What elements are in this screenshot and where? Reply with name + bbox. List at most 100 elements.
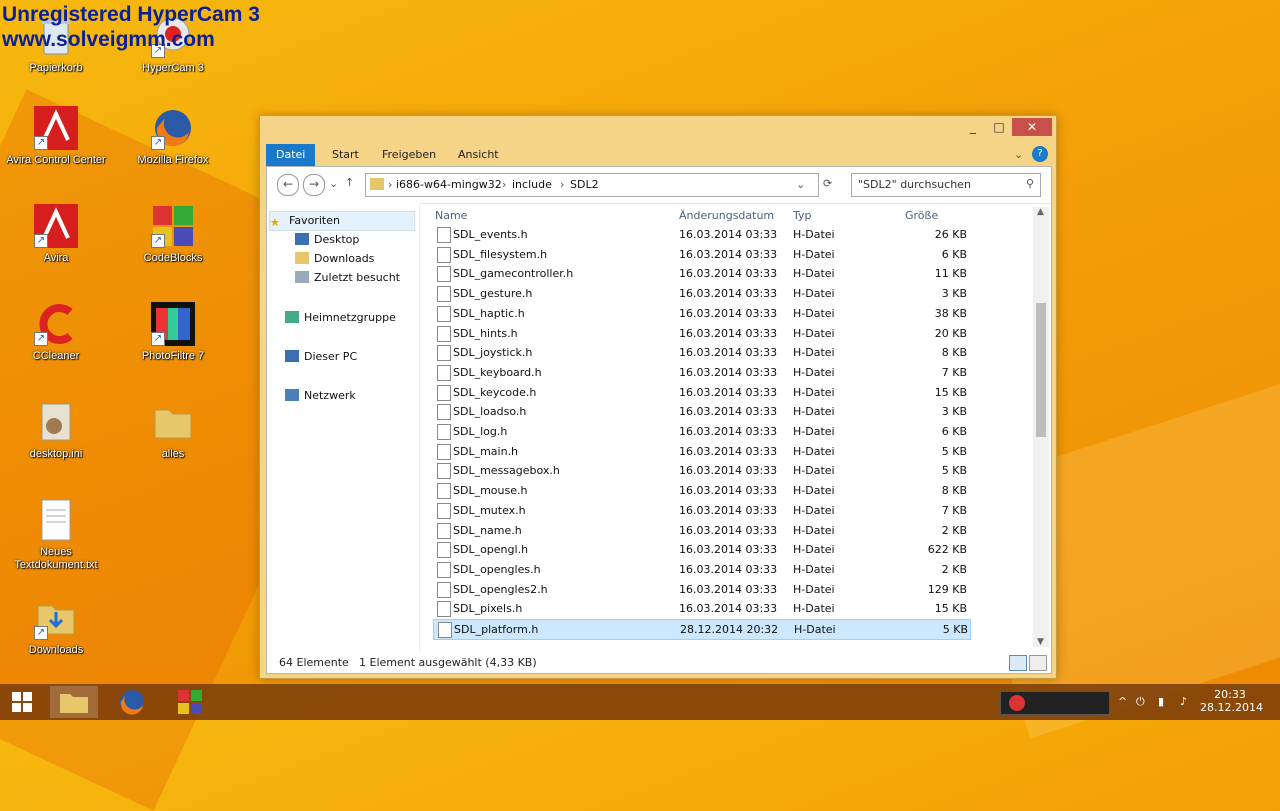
header-file-icon <box>437 542 451 559</box>
file-row[interactable]: SDL_haptic.h 16.03.2014 03:33 H-Datei 38 KB <box>433 304 969 323</box>
forward-button[interactable]: → <box>303 174 325 196</box>
address-dropdown-icon[interactable]: ⌄ <box>796 174 805 196</box>
search-input[interactable]: "SDL2" durchsuchen ⚲ <box>851 173 1041 197</box>
file-name: SDL_gamecontroller.h <box>453 267 574 281</box>
column-header-date[interactable]: Änderungsdatum <box>679 209 774 222</box>
history-dropdown-icon[interactable]: ⌄ <box>329 177 338 190</box>
file-row[interactable]: SDL_events.h 16.03.2014 03:33 H-Datei 26 KB <box>433 225 969 244</box>
desktop-icon-ccleaner[interactable]: ↗ CCleaner <box>1 302 111 363</box>
breadcrumb-segment[interactable]: i686-w64-mingw32 <box>396 174 502 196</box>
file-name: SDL_opengl.h <box>453 543 529 557</box>
file-row[interactable]: SDL_gamecontroller.h 16.03.2014 03:33 H-Da… <box>433 264 969 283</box>
file-type: H-Datei <box>793 287 835 301</box>
show-hidden-icons[interactable]: ^ <box>1118 684 1127 720</box>
tab-start[interactable]: Start <box>322 144 369 166</box>
status-bar: 64 Elemente 1 Element ausgewählt (4,33 K… <box>267 653 1051 673</box>
nav-network[interactable]: Netzwerk <box>285 387 356 405</box>
nav-this-pc[interactable]: Dieser PC <box>285 348 357 366</box>
nav-label: Netzwerk <box>304 389 356 402</box>
up-button[interactable]: ↑ <box>345 176 354 189</box>
large-icons-view-icon[interactable] <box>1029 655 1047 671</box>
vertical-scrollbar[interactable]: ▲ ▼ <box>1033 207 1049 647</box>
clock-date: 28.12.2014 <box>1200 701 1263 714</box>
nav-favorites[interactable]: ★ Favoriten <box>269 211 415 231</box>
explorer-window[interactable]: _ □ ✕ Datei Start Freigeben Ansicht ⌄ ? … <box>259 115 1057 679</box>
close-button[interactable]: ✕ <box>1012 118 1052 136</box>
file-name: SDL_keycode.h <box>453 385 537 399</box>
desktop-icon-desktop-ini[interactable]: desktop.ini <box>1 400 111 461</box>
file-row[interactable]: SDL_filesystem.h 16.03.2014 03:33 H-Datei 6… <box>433 245 969 264</box>
file-row[interactable]: SDL_joystick.h 16.03.2014 03:33 H-Datei 8 K… <box>433 343 969 362</box>
tab-datei[interactable]: Datei <box>266 144 316 166</box>
desktop-icon-codeblocks[interactable]: ↗ CodeBlocks <box>118 204 228 265</box>
file-row[interactable]: SDL_gesture.h 16.03.2014 03:33 H-Datei 3 KB <box>433 284 969 303</box>
taskbar-clock[interactable]: 20:33 28.12.2014 <box>1200 688 1263 714</box>
tab-freigeben[interactable]: Freigeben <box>372 144 446 166</box>
tab-ansicht[interactable]: Ansicht <box>448 144 509 166</box>
desktop-icon-textdokument[interactable]: Neues Textdokument.txt <box>1 498 111 572</box>
desktop-icon-avira-control-center[interactable]: ↗ Avira Control Center <box>1 106 111 167</box>
address-bar[interactable]: › i686-w64-mingw32 › include › SDL2 ⌄ <box>365 173 819 197</box>
file-name: SDL_name.h <box>453 523 522 537</box>
desktop-icon-label: Avira Control Center <box>6 154 106 166</box>
taskbar-explorer[interactable] <box>50 686 98 718</box>
scroll-down-icon[interactable]: ▼ <box>1037 637 1044 647</box>
maximize-button[interactable]: □ <box>986 118 1012 136</box>
column-header-size[interactable]: Größe <box>905 209 938 222</box>
desktop-icon-firefox[interactable]: ↗ Mozilla Firefox <box>118 106 228 167</box>
file-row[interactable]: SDL_name.h 16.03.2014 03:33 H-Datei 2 KB <box>433 521 969 540</box>
search-icon[interactable]: ⚲ <box>1026 177 1034 190</box>
file-row[interactable]: SDL_keyboard.h 16.03.2014 03:33 H-Datei 7 K… <box>433 363 969 382</box>
file-row[interactable]: SDL_hints.h 16.03.2014 03:33 H-Datei 20 KB <box>433 324 969 343</box>
breadcrumb-segment[interactable]: include <box>512 174 552 196</box>
nav-desktop[interactable]: Desktop <box>295 231 359 249</box>
file-type: H-Datei <box>794 623 836 636</box>
scroll-up-icon[interactable]: ▲ <box>1037 207 1044 217</box>
taskbar-firefox[interactable] <box>108 686 156 718</box>
column-header-name[interactable]: Name <box>435 209 467 222</box>
file-row[interactable]: SDL_mutex.h 16.03.2014 03:33 H-Datei 7 KB <box>433 501 969 520</box>
file-row[interactable]: SDL_pixels.h 16.03.2014 03:33 H-Datei 15 KB <box>433 599 969 618</box>
back-button[interactable]: ← <box>277 174 299 196</box>
help-icon[interactable]: ? <box>1032 146 1048 162</box>
file-name: SDL_joystick.h <box>453 346 533 360</box>
desktop-icon-downloads[interactable]: ↗ Downloads <box>1 596 111 657</box>
network-tray-icon[interactable]: ▮ <box>1158 684 1164 720</box>
start-button[interactable] <box>0 686 48 718</box>
minimize-button[interactable]: _ <box>960 118 986 136</box>
nav-homegroup[interactable]: Heimnetzgruppe <box>285 309 396 327</box>
file-row[interactable]: SDL_mouse.h 16.03.2014 03:33 H-Datei 8 KB <box>433 481 969 500</box>
breadcrumb-segment[interactable]: SDL2 <box>570 174 599 196</box>
details-view-icon[interactable] <box>1009 655 1027 671</box>
file-row[interactable]: SDL_log.h 16.03.2014 03:33 H-Datei 6 KB <box>433 422 969 441</box>
hypercam-recording-toolbar[interactable] <box>1000 691 1110 715</box>
taskbar-codeblocks[interactable] <box>166 686 214 718</box>
desktop-icon-avira[interactable]: ↗ Avira <box>1 204 111 265</box>
scrollbar-thumb[interactable] <box>1036 303 1046 437</box>
desktop-icon-alles[interactable]: alles <box>118 400 228 461</box>
column-header-type[interactable]: Typ <box>793 209 812 222</box>
nav-recent[interactable]: Zuletzt besucht <box>295 269 400 287</box>
shortcut-arrow-icon: ↗ <box>151 234 165 248</box>
file-row[interactable]: SDL_messagebox.h 16.03.2014 03:33 H-Datei 5… <box>433 461 969 480</box>
file-date: 16.03.2014 03:33 <box>679 425 778 438</box>
file-row[interactable]: SDL_opengl.h 16.03.2014 03:33 H-Datei 622 K… <box>433 540 969 559</box>
ribbon-expand-icon[interactable]: ⌄ <box>1014 148 1023 161</box>
volume-icon[interactable]: ♪ <box>1180 684 1187 720</box>
file-type: H-Datei <box>793 444 835 458</box>
power-icon[interactable]: ⏻ <box>1136 684 1145 720</box>
nav-label: Downloads <box>314 252 375 265</box>
file-row[interactable]: SDL_main.h 16.03.2014 03:33 H-Datei 5 KB <box>433 442 969 461</box>
file-row[interactable]: SDL_loadso.h 16.03.2014 03:33 H-Datei 3 KB <box>433 402 969 421</box>
file-date: 16.03.2014 03:33 <box>679 405 778 419</box>
file-row[interactable]: SDL_opengles2.h 16.03.2014 03:33 H-Datei 12… <box>433 580 969 599</box>
refresh-icon[interactable]: ⟳ <box>823 177 832 190</box>
window-titlebar[interactable]: _ □ ✕ <box>260 116 1056 140</box>
record-icon[interactable] <box>1009 695 1025 711</box>
file-row[interactable]: SDL_opengles.h 16.03.2014 03:33 H-Datei 2 K… <box>433 560 969 579</box>
file-row[interactable]: SDL_platform.h 28.12.2014 20:32 H-Datei 5 K… <box>433 619 971 640</box>
nav-label: Dieser PC <box>304 350 358 363</box>
desktop-icon-photofiltre[interactable]: ↗ PhotoFiltre 7 <box>118 302 228 363</box>
nav-downloads[interactable]: Downloads <box>295 250 374 268</box>
file-row[interactable]: SDL_keycode.h 16.03.2014 03:33 H-Datei 15 K… <box>433 383 969 402</box>
